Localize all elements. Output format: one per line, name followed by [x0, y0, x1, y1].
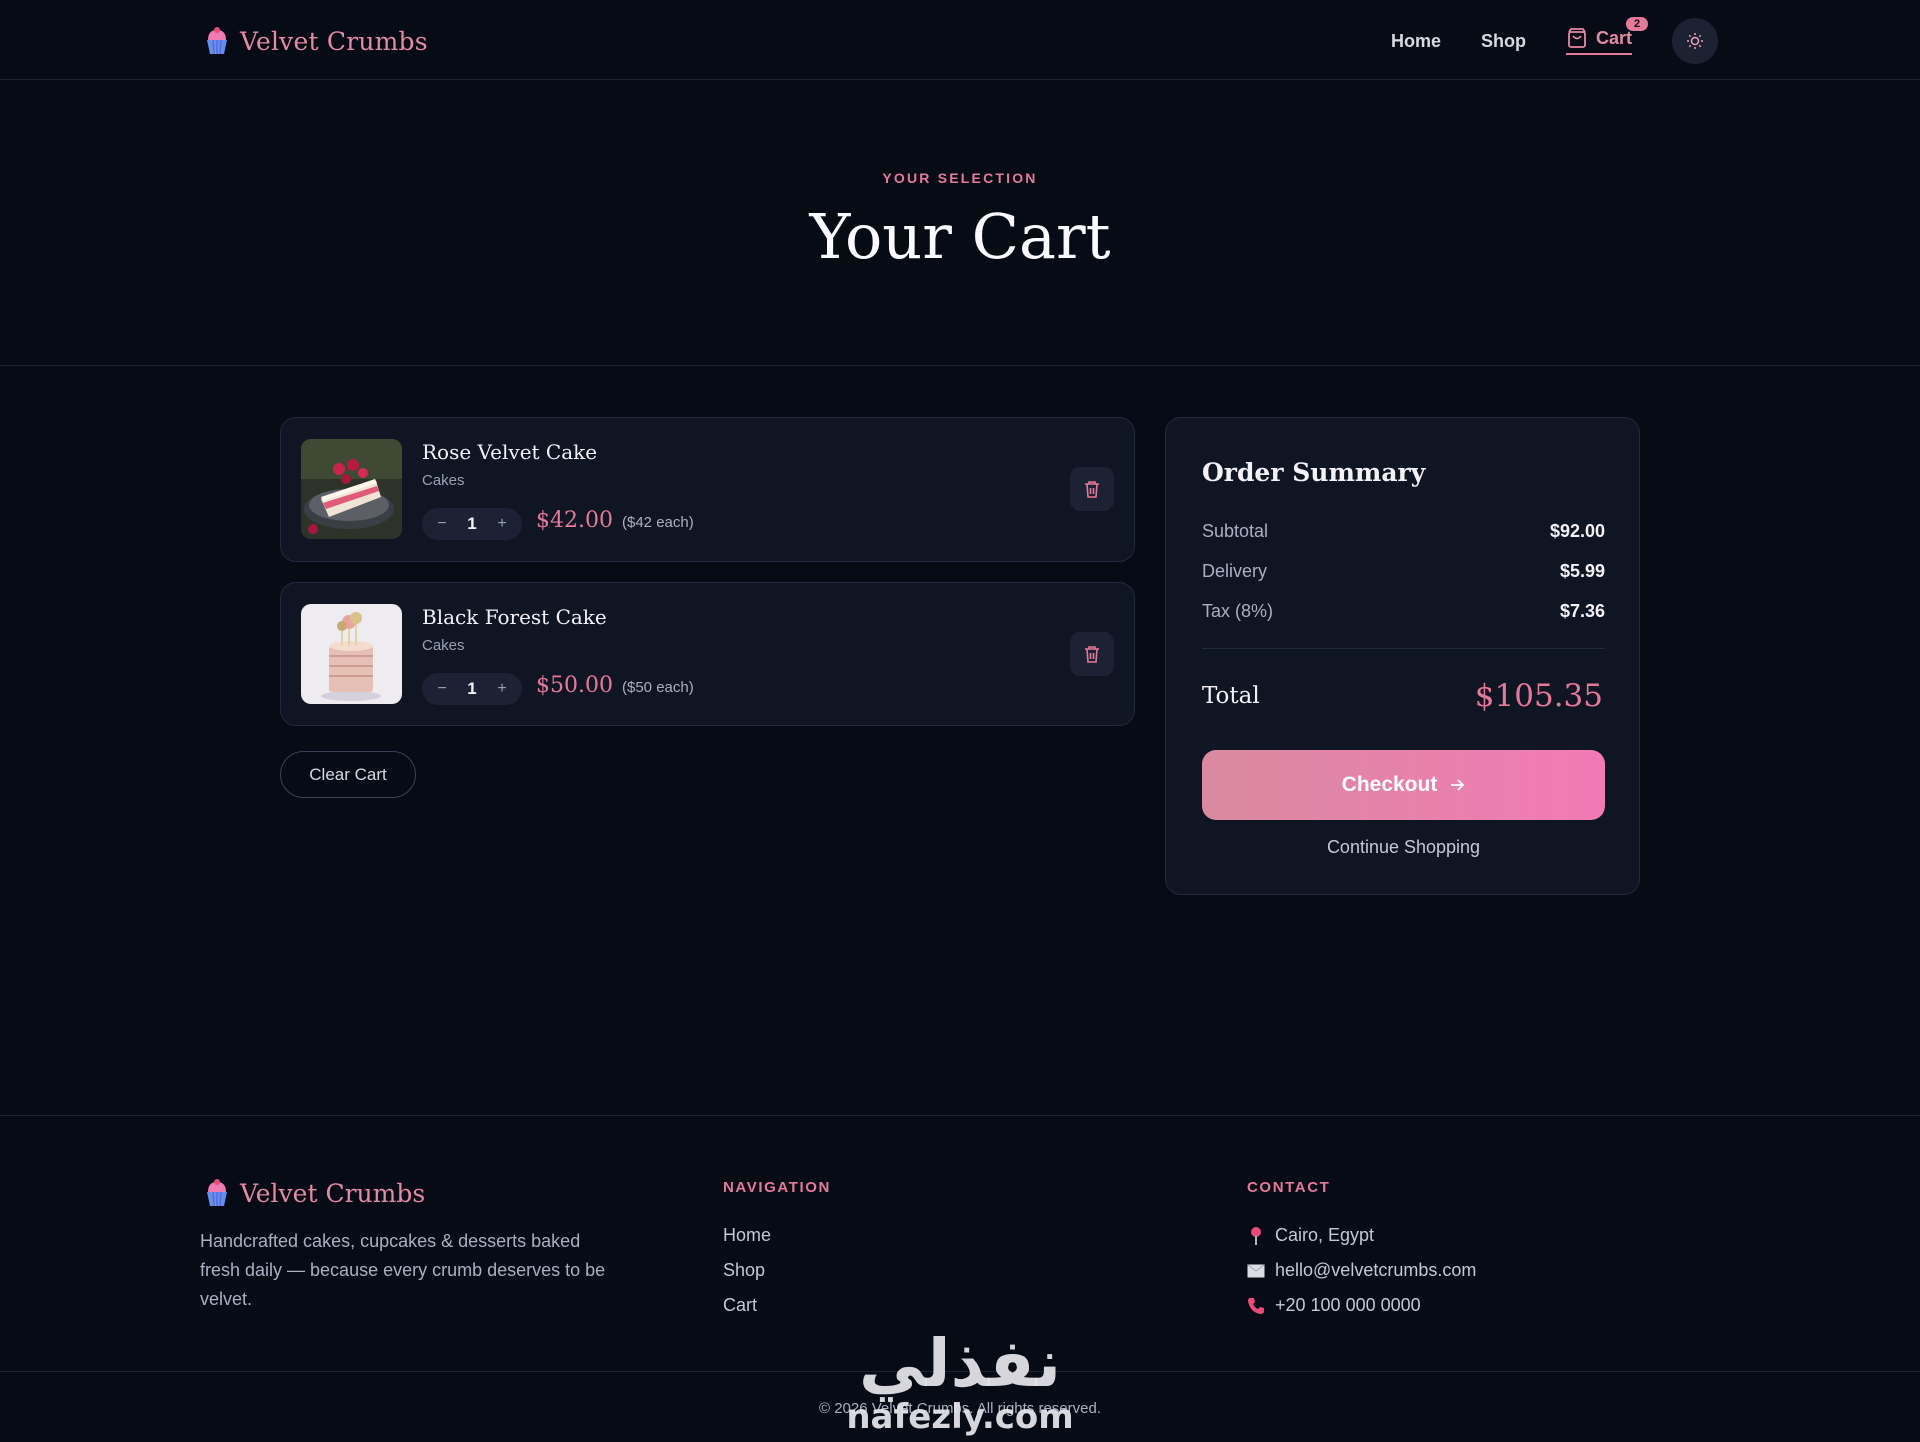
subtotal-value: $92.00 — [1549, 521, 1605, 541]
trash-icon — [1085, 481, 1099, 498]
location-pin-icon — [1251, 1226, 1261, 1245]
cupcake-icon — [207, 27, 227, 55]
increase-quantity-button[interactable]: + — [492, 515, 512, 533]
clear-cart-button[interactable]: Clear Cart — [280, 751, 416, 798]
subtotal-row: Subtotal $92.00 — [1202, 521, 1605, 542]
brand-name: Velvet Crumbs — [240, 26, 428, 56]
sun-icon — [1687, 33, 1703, 49]
contact-location-text: Cairo, Egypt — [1275, 1225, 1375, 1245]
brand-logo-link[interactable]: Velvet Crumbs — [204, 24, 428, 58]
phone-icon — [1248, 1297, 1264, 1314]
quantity-value: 1 — [467, 679, 477, 698]
watermark-arabic: نفذلي — [859, 1325, 1061, 1402]
tax-label: Tax (8%) — [1202, 601, 1274, 621]
envelope-icon — [1247, 1263, 1265, 1277]
product-category: Cakes — [422, 637, 465, 654]
footer-nav-title: NAVIGATION — [723, 1179, 831, 1196]
footer-description: Handcrafted cakes, cupcakes & desserts b… — [200, 1231, 606, 1309]
increase-quantity-button[interactable]: + — [492, 680, 512, 698]
nav-cart-label: Cart — [1595, 27, 1632, 48]
shopping-bag-icon — [1568, 28, 1586, 48]
delivery-label: Delivery — [1202, 561, 1268, 581]
contact-phone[interactable]: +20 100 000 0000 — [1247, 1288, 1476, 1323]
quantity-stepper: − 1 + — [422, 508, 522, 540]
delivery-row: Delivery $5.99 — [1202, 561, 1605, 582]
unit-price: ($42 each) — [622, 514, 694, 531]
watermark-logo: نفذلي nafezly.com — [846, 1325, 1073, 1437]
cupcake-icon — [207, 1179, 227, 1207]
theme-toggle-button[interactable] — [1672, 18, 1718, 64]
product-name[interactable]: Rose Velvet Cake — [422, 440, 597, 464]
quantity-value: 1 — [467, 514, 477, 533]
nav-home[interactable]: Home — [1391, 31, 1441, 52]
continue-shopping-link[interactable]: Continue Shopping — [1202, 837, 1605, 858]
product-image — [301, 439, 402, 539]
arrow-right-icon — [1451, 779, 1465, 791]
page-hero: YOUR SELECTION Your Cart — [0, 80, 1920, 366]
summary-title: Order Summary — [1202, 458, 1426, 487]
decrease-quantity-button[interactable]: − — [432, 680, 452, 698]
footer-brand-name: Velvet Crumbs — [240, 1178, 426, 1208]
unit-price: ($50 each) — [622, 679, 694, 696]
product-name[interactable]: Black Forest Cake — [422, 605, 607, 629]
line-total-price: $42.00 — [536, 508, 613, 533]
cart-item: Rose Velvet Cake Cakes − 1 + $42.00 ($42… — [280, 417, 1135, 562]
contact-email[interactable]: hello@velvetcrumbs.com — [1247, 1253, 1476, 1288]
tax-row: Tax (8%) $7.36 — [1202, 601, 1605, 622]
contact-location: Cairo, Egypt — [1247, 1218, 1476, 1253]
hero-eyebrow: YOUR SELECTION — [882, 170, 1038, 186]
subtotal-label: Subtotal — [1202, 521, 1269, 541]
nav-cart[interactable]: Cart 2 — [1565, 17, 1648, 55]
contact-phone-text: +20 100 000 0000 — [1275, 1295, 1421, 1315]
product-category: Cakes — [422, 472, 465, 489]
site-header: Velvet Crumbs Home Shop Cart 2 — [0, 0, 1920, 80]
order-summary: Order Summary Subtotal $92.00 Delivery $… — [1165, 417, 1640, 895]
watermark-latin: nafezly.com — [846, 1397, 1073, 1437]
total-label: Total — [1202, 683, 1260, 709]
footer-contact-list: Cairo, Egypt hello@velvetcrumbs.com +20 … — [1247, 1218, 1476, 1323]
footer-link-home[interactable]: Home — [723, 1218, 771, 1253]
nav-shop[interactable]: Shop — [1481, 31, 1526, 52]
contact-email-text: hello@velvetcrumbs.com — [1275, 1260, 1477, 1280]
checkout-button[interactable]: Checkout — [1202, 750, 1605, 820]
cart-item: Black Forest Cake Cakes − 1 + $50.00 ($5… — [280, 582, 1135, 726]
footer-brand[interactable]: Velvet Crumbs — [204, 1178, 425, 1208]
footer-link-cart[interactable]: Cart — [723, 1288, 771, 1323]
decrease-quantity-button[interactable]: − — [432, 515, 452, 533]
footer-nav-list: Home Shop Cart — [723, 1218, 771, 1323]
trash-icon — [1085, 646, 1099, 663]
line-total-price: $50.00 — [536, 673, 613, 698]
product-image — [301, 604, 402, 704]
main-nav: Home Shop Cart 2 — [1391, 17, 1718, 64]
page-title: Your Cart — [809, 200, 1111, 273]
tax-value: $7.36 — [1559, 601, 1605, 621]
checkout-label: Checkout — [1341, 773, 1438, 796]
total-value: $105.35 — [1474, 678, 1603, 714]
delivery-value: $5.99 — [1559, 561, 1605, 581]
quantity-stepper: − 1 + — [422, 673, 522, 705]
footer-link-shop[interactable]: Shop — [723, 1253, 771, 1288]
remove-item-button[interactable] — [1070, 632, 1114, 676]
remove-item-button[interactable] — [1070, 467, 1114, 511]
summary-divider — [1202, 648, 1605, 649]
footer-contact-title: CONTACT — [1247, 1179, 1331, 1196]
cart-count-badge: 2 — [1626, 17, 1648, 31]
